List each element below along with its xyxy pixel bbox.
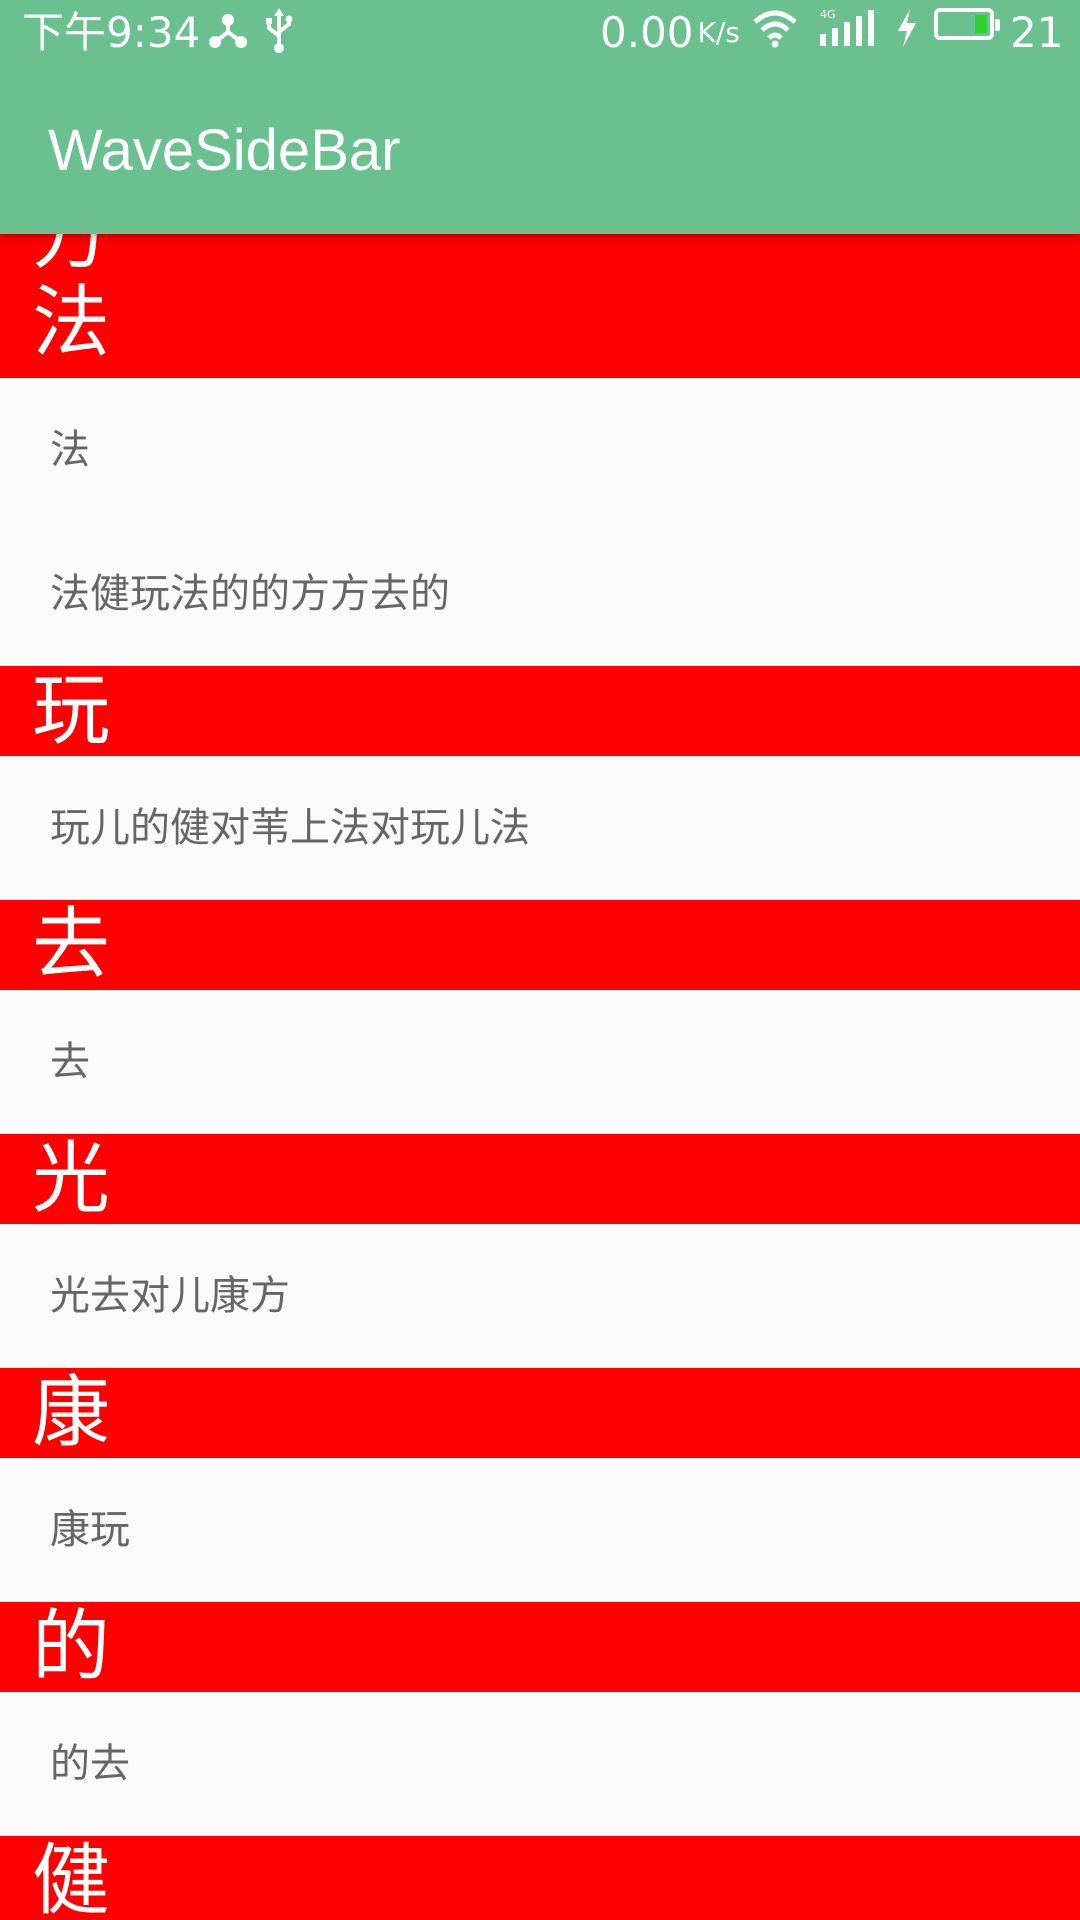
section-header-char: 法 xyxy=(32,278,111,368)
network-type-label: 4G xyxy=(820,8,836,21)
list-item[interactable]: 光去对儿康方 xyxy=(0,1224,1080,1368)
battery-shell xyxy=(934,8,1000,40)
section-header-de: 的 xyxy=(0,1602,1080,1692)
section-header-char: 康 xyxy=(32,1368,111,1458)
network-speed-value: 0.00 xyxy=(600,8,694,57)
share-icon xyxy=(206,8,250,63)
app-screen: 下午9:34 0.00 K/s 4G 21 WaveSideBar 方 法 法 … xyxy=(0,0,1080,1920)
battery-fill xyxy=(975,15,987,33)
toolbar-title: WaveSideBar xyxy=(48,118,401,183)
list-item-text: 康玩 xyxy=(50,1507,130,1553)
status-bar: 下午9:34 0.00 K/s 4G 21 xyxy=(0,0,1080,66)
battery-level: 21 xyxy=(1010,8,1064,57)
network-speed-unit: K/s xyxy=(697,16,740,49)
list-item[interactable]: 康玩 xyxy=(0,1458,1080,1602)
section-header-char: 去 xyxy=(32,900,111,990)
section-header-fa: 方 法 xyxy=(0,234,1080,378)
wifi-icon xyxy=(752,8,798,59)
list-item-text: 法 xyxy=(50,427,90,473)
app-toolbar: WaveSideBar xyxy=(0,66,1080,234)
list-item-text: 光去对儿康方 xyxy=(50,1273,290,1319)
section-header-qu: 去 xyxy=(0,900,1080,990)
usb-icon xyxy=(264,8,294,65)
section-header-char: 的 xyxy=(32,1602,111,1692)
status-time: 下午9:34 xyxy=(22,8,201,57)
section-header-char: 健 xyxy=(32,1836,111,1920)
section-header-char: 光 xyxy=(32,1134,111,1224)
section-header-kang: 康 xyxy=(0,1368,1080,1458)
list-item-text: 去 xyxy=(50,1039,90,1085)
list-item-text: 的去 xyxy=(50,1741,130,1787)
list-item-text: 法健玩法的的方方去的 xyxy=(50,571,450,617)
section-header-char: 玩 xyxy=(32,666,111,756)
section-header-wan: 玩 xyxy=(0,666,1080,756)
section-header-jian: 健 xyxy=(0,1836,1080,1920)
list-item[interactable]: 玩儿的健对苇上法对玩儿法 xyxy=(0,756,1080,900)
charging-icon xyxy=(896,8,918,58)
list-item-text: 玩儿的健对苇上法对玩儿法 xyxy=(50,805,530,851)
list-item[interactable]: 的去 xyxy=(0,1692,1080,1836)
section-header-char-partial: 方 xyxy=(32,234,111,280)
list-item[interactable]: 法 xyxy=(0,378,1080,522)
signal-4g-icon: 4G xyxy=(818,8,876,59)
contact-list[interactable]: 方 法 法 法健玩法的的方方去的 玩 玩儿的健对苇上法对玩儿法 去 去 光 光去… xyxy=(0,234,1080,1920)
list-item[interactable]: 法健玩法的的方方去的 xyxy=(0,522,1080,666)
section-header-guang: 光 xyxy=(0,1134,1080,1224)
battery-icon xyxy=(934,8,1000,40)
list-item[interactable]: 去 xyxy=(0,990,1080,1134)
network-speed: 0.00 K/s xyxy=(600,8,740,58)
